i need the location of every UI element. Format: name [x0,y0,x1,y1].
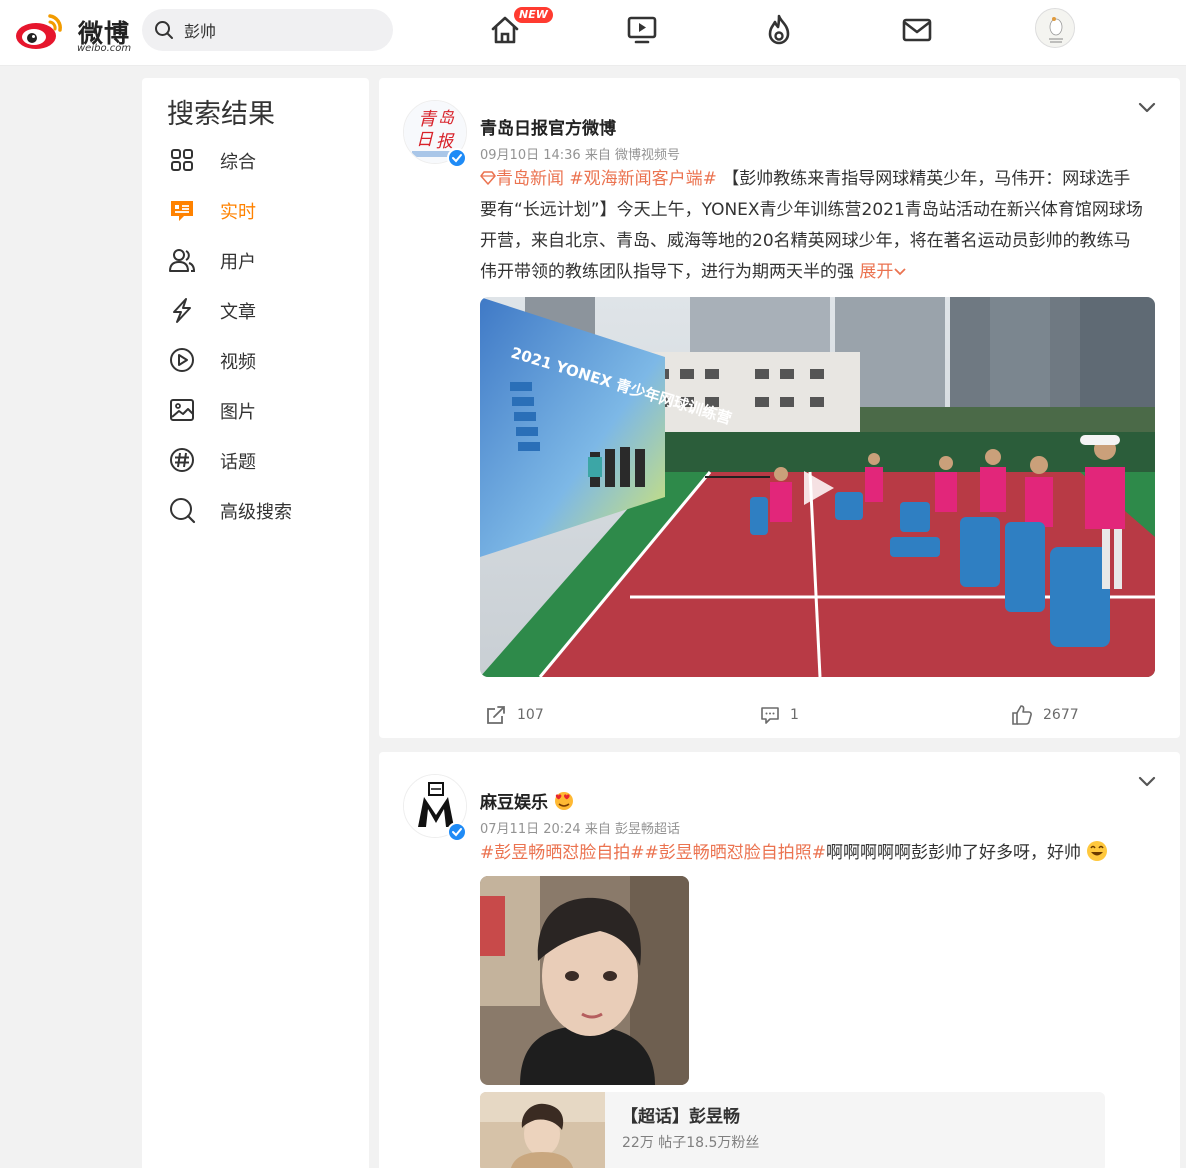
sidebar-item-label: 话题 [220,452,256,473]
repost-count: 107 [517,707,544,723]
sidebar-item-label: 综合 [220,152,256,173]
sidebar-item-label: 高级搜索 [220,502,292,523]
sidebar-item-articles[interactable]: 文章 [142,289,369,329]
grid-icon [171,149,193,171]
hashtag-link[interactable]: #彭昱畅晒怼脸自拍# [480,843,645,863]
topic-stats: 22万 帖子18.5万粉丝 [622,1135,760,1151]
diamond-icon [480,171,496,185]
message-icon [902,18,932,42]
verified-badge-icon [447,148,467,168]
video-play-icon [170,348,194,372]
chevron-down-icon[interactable] [1136,770,1158,792]
post-text-segment: 【彭帅教练来青指导网球精英少年，马伟开：网球选手 [716,169,1131,189]
comment-count: 1 [790,707,799,723]
post-text: #彭昱畅晒怼脸自拍##彭昱畅晒怼脸自拍照#啊啊啊啊啊彭彭帅了好多呀，好帅 [480,838,1160,869]
author-name[interactable]: 麻豆娱乐 [480,788,574,813]
post-actions: 107 1 2677 [379,700,1180,730]
video-icon [627,16,657,44]
search-box[interactable] [142,9,393,51]
hashtag-link[interactable]: #观海新闻客户端# [569,169,717,189]
sidebar-item-advanced-search[interactable]: 高级搜索 [142,489,369,529]
selfie-image [480,876,689,1085]
avatar-image [1036,9,1074,47]
logo-domain: weibo.com [77,43,132,54]
new-badge: NEW [514,7,553,23]
super-topic-card[interactable]: 【超话】彭昱畅 22万 帖子18.5万粉丝 [480,1092,1105,1168]
expand-link[interactable]: 展开 [859,262,907,282]
thumbs-up-icon [1012,705,1032,725]
location-tag-text: 青岛新闻 [496,169,564,189]
sidebar-item-label: 实时 [220,202,256,223]
sidebar-item-realtime[interactable]: 实时 [142,189,369,229]
like-count: 2677 [1043,707,1079,723]
emoji-badge-icon [554,792,573,810]
post-text-segment: 伟开带领的教练团队指导下，进行为期两天半的强 [480,262,860,282]
search-input[interactable] [184,15,379,45]
image-icon [170,399,194,421]
smile-emoji-icon [1087,841,1108,861]
post-text-line-4: 伟开带领的教练团队指导下，进行为期两天半的强 展开 [480,257,1160,288]
comment-button[interactable]: 1 [760,700,799,730]
nav-video[interactable] [622,10,662,50]
post-meta: 09月10日 14:36 来自 微博视频号 [480,148,680,163]
sidebar-item-label: 视频 [220,352,256,373]
topic-thumbnail-image [480,1092,605,1168]
repost-button[interactable]: 107 [485,700,544,730]
post-photo[interactable] [480,876,689,1085]
hot-icon [768,14,790,45]
sidebar-item-label: 图片 [220,402,256,423]
sidebar-item-topics[interactable]: 话题 [142,439,369,479]
hashtag-icon [170,448,194,472]
post-text-line-1: 青岛新闻 #观海新闻客户端# 【彭帅教练来青指导网球精英少年，马伟开：网球选手 [480,164,1160,195]
comment-icon [761,707,779,724]
play-icon[interactable] [796,467,838,509]
topic-thumbnail [480,1092,605,1168]
author-name-text: 麻豆娱乐 [480,793,548,813]
location-tag[interactable]: 青岛新闻 [480,169,564,189]
repost-icon [487,706,505,724]
top-navigation-bar: 微博 weibo.com NEW [0,0,1186,66]
topic-title: 【超话】彭昱畅 [621,1107,740,1127]
users-icon [169,249,196,272]
sidebar-item-label: 文章 [220,302,256,323]
sidebar-item-label: 用户 [220,252,256,273]
sidebar-item-users[interactable]: 用户 [142,239,369,279]
search-icon [170,498,196,524]
post-text-line-3: 开营，来自北京、青岛、威海等地的20名精英网球少年，将在著名运动员彭帅的教练马 [480,231,1131,251]
expand-label: 展开 [859,262,894,282]
search-icon[interactable] [154,20,174,40]
sidebar-item-comprehensive[interactable]: 综合 [142,139,369,179]
realtime-icon [171,201,193,221]
post-meta: 07月11日 20:24 来自 彭昱畅超话 [480,822,680,837]
svg-text:青: 青 [418,109,438,130]
chevron-down-icon[interactable] [1136,96,1158,118]
nav-message[interactable] [897,10,937,50]
svg-text:日: 日 [416,130,434,150]
post-text: 青岛新闻 #观海新闻客户端# 【彭帅教练来青指导网球精英少年，马伟开：网球选手 … [480,164,1160,288]
post-card: 青 岛 日 报 青岛日报官方微博 09月10日 14:36 来自 微博视频号 青… [379,78,1180,738]
sidebar-item-images[interactable]: 图片 [142,389,369,429]
post-card: 麻豆娱乐 07月11日 20:24 来自 彭昱畅超话 #彭昱畅晒怼脸自拍##彭昱… [379,752,1180,1168]
user-avatar[interactable] [1035,8,1075,48]
article-icon [173,298,191,323]
sidebar-title: 搜索结果 [167,99,275,130]
like-button[interactable]: 2677 [1011,700,1079,730]
sidebar-item-videos[interactable]: 视频 [142,339,369,379]
author-name[interactable]: 青岛日报官方微博 [480,114,616,139]
chevron-down-icon [894,268,907,276]
nav-hot[interactable] [759,10,799,50]
weibo-logo[interactable]: 微博 weibo.com [14,8,132,54]
verified-badge-icon [447,822,467,842]
video-player[interactable]: 2021 YONEX 青少年网球训练营 [480,297,1155,677]
search-sidebar: 搜索结果 综合 实时 用户 文章 视频 图片 话题 高级搜索 [142,78,369,1168]
post-text-line-2: 要有“长远计划”】今天上午，YONEX青少年训练营2021青岛站活动在新兴体育馆… [480,200,1143,220]
weibo-eye-icon [16,14,62,49]
hashtag-link[interactable]: #彭昱畅晒怼脸自拍照# [645,843,827,863]
svg-text:岛: 岛 [438,108,455,127]
post-text-segment: 啊啊啊啊啊彭彭帅了好多呀，好帅 [826,843,1081,863]
